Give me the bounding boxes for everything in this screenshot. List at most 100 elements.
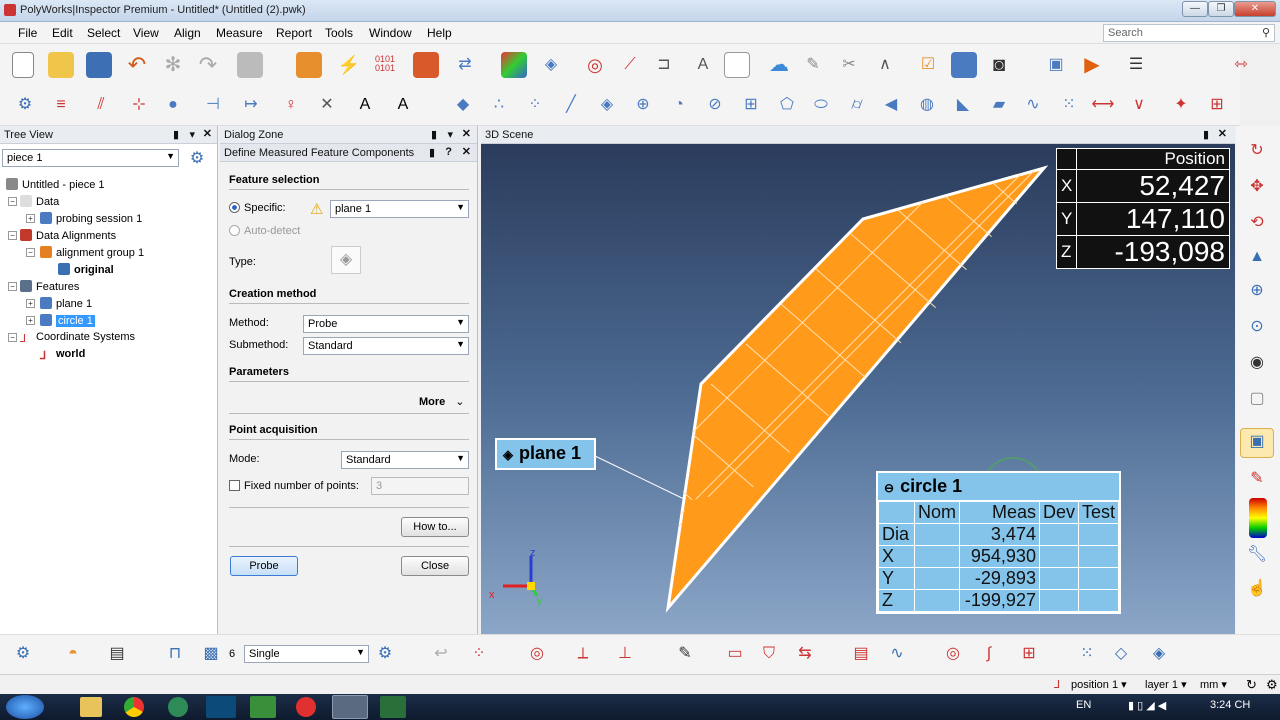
rotate-icon[interactable]: ↻	[1244, 138, 1270, 164]
point-set-icon[interactable]: ⁙	[1056, 92, 1082, 118]
tree-item-features[interactable]: Features	[20, 280, 79, 293]
sphere-feature-icon[interactable]: ◍	[914, 92, 940, 118]
gauge-icon[interactable]: ⊓	[162, 641, 188, 667]
app-windows-icon[interactable]	[250, 696, 276, 718]
app-dark-icon[interactable]	[206, 696, 236, 718]
fixed-points-checkbox[interactable]: Fixed number of points:	[229, 480, 359, 492]
piece-settings-icon[interactable]: ⚙	[184, 146, 210, 172]
close-button[interactable]: Close	[401, 556, 469, 576]
import-icon[interactable]	[296, 52, 322, 78]
window-tool-icon[interactable]: ▭	[722, 641, 748, 667]
acquisition-mode-select[interactable]: Single ▼	[244, 645, 369, 663]
text-annotation-2-icon[interactable]: A	[390, 92, 416, 118]
light-icon[interactable]: ◓	[60, 641, 86, 667]
specific-radio[interactable]: Specific:	[229, 202, 286, 214]
binary-data-icon[interactable]: 0101 0101	[372, 52, 398, 78]
clapper-icon[interactable]: ▤	[104, 641, 130, 667]
menu-icon[interactable]: ▾	[189, 128, 195, 141]
clock[interactable]: 3:24 CH	[1210, 699, 1250, 711]
pin-icon[interactable]: ▮	[429, 146, 435, 159]
surface-feature-icon[interactable]: ◣	[950, 92, 976, 118]
method-select[interactable]: Probe ▼	[303, 315, 469, 333]
tree-item-plane[interactable]: plane 1	[40, 297, 92, 310]
checklist-icon[interactable]: ☑	[915, 52, 941, 78]
brush-icon[interactable]: ✎	[800, 52, 826, 78]
align-points-icon[interactable]: ⊣	[200, 92, 226, 118]
cylinder-feature-icon[interactable]: ⌭	[844, 92, 870, 118]
position-select[interactable]: position 1 ▾	[1071, 678, 1127, 691]
tree-item-alignment-group[interactable]: alignment group 1	[40, 246, 144, 259]
plane-label[interactable]: ◈ plane 1	[495, 438, 596, 470]
curve-2-icon[interactable]: ∫	[976, 641, 1002, 667]
explorer-icon[interactable]	[80, 697, 102, 717]
fixed-points-input[interactable]: 3	[371, 477, 469, 495]
close-icon[interactable]: ✕	[1218, 127, 1227, 140]
menu-icon[interactable]: ▾	[447, 128, 453, 141]
unit-select[interactable]: mm ▾	[1200, 678, 1227, 691]
transform-icon[interactable]: ⇿	[1228, 52, 1254, 78]
auto-detect-radio[interactable]: Auto-detect	[229, 225, 300, 237]
tree-item-probing-session[interactable]: probing session 1	[40, 212, 142, 225]
angle-icon[interactable]: ∨	[1126, 92, 1152, 118]
undo-icon[interactable]: ↶	[124, 52, 150, 78]
color-map-icon[interactable]	[501, 52, 527, 78]
scatter-tool-icon[interactable]: ⁘	[466, 641, 492, 667]
shield-add-icon[interactable]: ⛉	[756, 641, 782, 667]
cube-tool-icon[interactable]	[413, 52, 439, 78]
menu-file[interactable]: File	[18, 26, 37, 40]
tree-item-original[interactable]: original	[58, 263, 114, 276]
expander[interactable]: +	[26, 299, 35, 308]
menu-window[interactable]: Window	[369, 26, 412, 40]
orbit-icon[interactable]: ⟲	[1244, 210, 1270, 236]
redo-icon[interactable]: ↷	[195, 52, 221, 78]
expander[interactable]: −	[8, 333, 17, 342]
window-edit-icon[interactable]: ▤	[848, 641, 874, 667]
expander[interactable]: −	[26, 248, 35, 257]
system-tray-icons[interactable]: ▮ ▯ ◢ ◀	[1128, 699, 1166, 712]
probe-tool-icon[interactable]: ⚡	[336, 52, 362, 78]
close-icon[interactable]: ✕	[462, 127, 471, 140]
point-tool-icon[interactable]: ⊹	[126, 92, 152, 118]
cloud-icon[interactable]: ☁	[766, 52, 792, 78]
specific-feature-select[interactable]: plane 1 ▼	[330, 200, 469, 218]
camera-icon[interactable]: ◙	[986, 52, 1012, 78]
circle-measurement-table[interactable]: ⊖ circle 1 Nom Meas Dev Test Dia 3,474 X 95…	[876, 471, 1121, 614]
align-arrow-icon[interactable]: ↦	[238, 92, 264, 118]
play-icon[interactable]: ▶	[1079, 52, 1105, 78]
curve-feature-icon[interactable]: ∿	[1020, 92, 1046, 118]
curve-tool-icon[interactable]: ◎	[582, 52, 608, 78]
refresh-icon[interactable]: ↻	[1246, 677, 1257, 693]
language-indicator[interactable]: EN	[1076, 699, 1091, 711]
app-chart-icon[interactable]	[380, 696, 406, 718]
polygon-icon[interactable]: ◆	[450, 92, 476, 118]
target-icon[interactable]: ◎	[524, 641, 550, 667]
annotation-icon[interactable]: ✎	[1244, 466, 1270, 492]
polyworks-taskbar-icon[interactable]	[332, 695, 368, 719]
app-green-icon[interactable]	[168, 697, 188, 717]
pin-tool-icon[interactable]: ♀	[278, 92, 304, 118]
menu-align[interactable]: Align	[174, 26, 201, 40]
circle-feature-icon[interactable]: ⊕	[630, 92, 656, 118]
submethod-select[interactable]: Standard ▼	[303, 337, 469, 355]
probe-device-icon[interactable]: ⚙	[10, 641, 36, 667]
maximize-button[interactable]: ❐	[1208, 1, 1234, 17]
add-feature-icon[interactable]: ⊞	[1204, 92, 1230, 118]
menu-edit[interactable]: Edit	[52, 26, 73, 40]
report-table-icon[interactable]	[724, 52, 750, 78]
zoom-in-icon[interactable]: ⊕	[1244, 278, 1270, 304]
scan-tool-icon[interactable]: ⫽	[88, 92, 114, 118]
tools-icon[interactable]: 🔧︎	[1244, 542, 1270, 568]
mode-select[interactable]: Standard ▼	[341, 451, 469, 469]
zoom-fit-icon[interactable]: ⊙	[1244, 314, 1270, 340]
dots-icon[interactable]: ⁙	[1074, 641, 1100, 667]
grid-select-icon[interactable]: ⊞	[1016, 641, 1042, 667]
machine-icon[interactable]: ▩	[198, 641, 224, 667]
tree-item-world[interactable]: ⅃ world	[40, 348, 85, 363]
package-icon[interactable]: ▣	[1043, 52, 1069, 78]
more-toggle[interactable]: More ⌄	[419, 395, 465, 408]
color-scale-icon[interactable]	[1249, 498, 1267, 538]
wizard-icon[interactable]: ✦	[1168, 92, 1194, 118]
display-mode-icon[interactable]: ▣	[1240, 428, 1274, 458]
3d-scene-viewport[interactable]: z x y Position X 52,427 Y 147,110 Z -193,09…	[481, 144, 1235, 634]
probe-button[interactable]: Probe	[230, 556, 298, 576]
